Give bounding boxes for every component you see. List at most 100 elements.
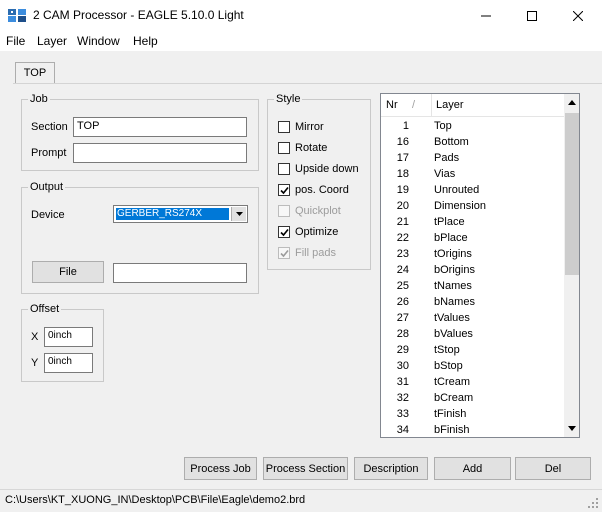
layer-number: 18 xyxy=(396,168,409,180)
job-group-title: Job xyxy=(28,92,50,106)
mirror-checkbox[interactable] xyxy=(278,121,290,133)
layer-name: Dimension xyxy=(434,200,486,212)
output-group-title: Output xyxy=(28,180,66,194)
close-button[interactable] xyxy=(555,0,601,31)
list-item[interactable]: 32 bCream xyxy=(381,391,564,407)
minimize-icon xyxy=(481,15,491,16)
offset-x-input[interactable]: 0inch xyxy=(44,327,93,347)
mirror-label: Mirror xyxy=(295,121,324,133)
scroll-up-button[interactable] xyxy=(564,94,579,111)
upside-down-checkbox[interactable] xyxy=(278,163,290,175)
status-bar: C:\Users\KT_XUONG_IN\Desktop\PCB\File\Ea… xyxy=(0,489,602,512)
menu-layer[interactable]: Layer xyxy=(37,34,67,48)
style-option-mirror[interactable]: Mirror xyxy=(278,120,324,134)
list-item[interactable]: 26 bNames xyxy=(381,295,564,311)
offset-y-input[interactable]: 0inch xyxy=(44,353,93,373)
checkmark-icon xyxy=(280,186,289,195)
list-item[interactable]: 1 Top xyxy=(381,119,564,135)
layer-list[interactable]: Nr / Layer 1 Top 16 Bottom 17 Pads 18 Vias 19 Unr… xyxy=(380,93,580,438)
resize-grip-icon[interactable] xyxy=(588,498,599,509)
rotate-checkbox[interactable] xyxy=(278,142,290,154)
menu-file[interactable]: File xyxy=(6,34,25,48)
style-option-rotate[interactable]: Rotate xyxy=(278,141,327,155)
list-item[interactable]: 30 bStop xyxy=(381,359,564,375)
arrow-down-icon xyxy=(568,426,576,431)
dropdown-arrow[interactable] xyxy=(231,207,246,221)
file-button[interactable]: File xyxy=(32,261,104,283)
list-item[interactable]: 18 Vias xyxy=(381,167,564,183)
section-input[interactable]: TOP xyxy=(73,117,247,137)
layer-name: tValues xyxy=(434,312,470,324)
layer-number: 25 xyxy=(396,280,409,292)
list-item[interactable]: 33 tFinish xyxy=(381,407,564,423)
menu-window[interactable]: Window xyxy=(77,34,120,48)
layer-list-scrollbar[interactable] xyxy=(564,94,579,437)
list-item[interactable]: 31 tCream xyxy=(381,375,564,391)
rotate-label: Rotate xyxy=(295,142,328,154)
eagle-app-icon xyxy=(8,9,26,22)
pos-coord-checkbox[interactable] xyxy=(278,184,290,196)
list-item[interactable]: 17 Pads xyxy=(381,151,564,167)
process-section-button[interactable]: Process Section xyxy=(263,457,348,480)
list-item[interactable]: 20 Dimension xyxy=(381,199,564,215)
list-item[interactable]: 19 Unrouted xyxy=(381,183,564,199)
optimize-checkbox[interactable] xyxy=(278,226,290,238)
prompt-input[interactable] xyxy=(73,143,247,163)
list-item[interactable]: 29 tStop xyxy=(381,343,564,359)
list-item[interactable]: 21 tPlace xyxy=(381,215,564,231)
offset-y-label: Y xyxy=(31,357,39,369)
del-button[interactable]: Del xyxy=(515,457,591,480)
upside-down-label: Upside down xyxy=(295,163,359,175)
process-job-button[interactable]: Process Job xyxy=(184,457,257,480)
column-layer[interactable]: Layer xyxy=(436,99,464,111)
maximize-button[interactable] xyxy=(509,0,555,31)
minimize-button[interactable] xyxy=(463,0,509,31)
style-option-pos-coord[interactable]: pos. Coord xyxy=(278,183,349,197)
checkmark-icon xyxy=(280,249,289,258)
list-item[interactable]: 25 tNames xyxy=(381,279,564,295)
close-icon xyxy=(573,10,583,21)
layer-name: bFinish xyxy=(434,424,470,436)
file-input[interactable] xyxy=(113,263,247,283)
layer-name: bNames xyxy=(434,296,475,308)
layer-name: Top xyxy=(434,120,452,132)
layer-number: 30 xyxy=(396,360,409,372)
layer-number: 34 xyxy=(396,424,409,436)
column-nr[interactable]: Nr xyxy=(386,99,398,111)
layer-name: Unrouted xyxy=(434,184,480,196)
fill-pads-checkbox xyxy=(278,247,290,259)
list-item[interactable]: 16 Bottom xyxy=(381,135,564,151)
add-button[interactable]: Add xyxy=(434,457,511,480)
checkmark-icon xyxy=(280,228,289,237)
layer-name: bValues xyxy=(434,328,473,340)
device-dropdown[interactable]: GERBER_RS274X xyxy=(113,205,248,223)
style-group-title: Style xyxy=(274,92,303,106)
layer-number: 24 xyxy=(396,264,409,276)
list-item[interactable]: 28 bValues xyxy=(381,327,564,343)
tab-divider xyxy=(13,83,602,84)
prompt-label: Prompt xyxy=(31,147,67,159)
layer-name: tStop xyxy=(434,344,460,356)
column-divider[interactable] xyxy=(431,94,432,117)
list-item[interactable]: 22 bPlace xyxy=(381,231,564,247)
style-option-upside-down[interactable]: Upside down xyxy=(278,162,359,176)
description-button[interactable]: Description xyxy=(354,457,428,480)
tab-top[interactable]: TOP xyxy=(15,62,55,84)
scroll-down-button[interactable] xyxy=(564,420,579,437)
layer-number: 26 xyxy=(396,296,409,308)
list-item[interactable]: 34 bFinish xyxy=(381,423,564,437)
list-item[interactable]: 24 bOrigins xyxy=(381,263,564,279)
menu-help[interactable]: Help xyxy=(133,34,158,48)
maximize-icon xyxy=(527,10,537,21)
offset-group-title: Offset xyxy=(28,302,62,316)
layer-number: 31 xyxy=(396,376,409,388)
sort-indicator: / xyxy=(412,99,416,111)
fill-pads-label: Fill pads xyxy=(295,247,336,259)
layer-name: tCream xyxy=(434,376,471,388)
list-item[interactable]: 27 tValues xyxy=(381,311,564,327)
list-item[interactable]: 23 tOrigins xyxy=(381,247,564,263)
layer-name: bPlace xyxy=(434,232,468,244)
layer-number: 29 xyxy=(396,344,409,356)
scroll-thumb[interactable] xyxy=(565,113,579,275)
style-option-optimize[interactable]: Optimize xyxy=(278,225,338,239)
